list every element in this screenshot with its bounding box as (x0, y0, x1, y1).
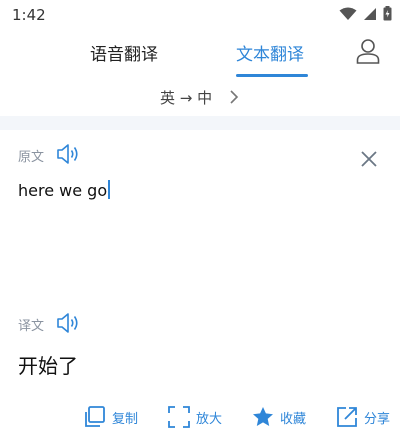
status-time: 1:42 (12, 6, 46, 24)
copy-icon (85, 406, 105, 427)
star-icon (253, 407, 273, 426)
zoom-icon (168, 406, 190, 428)
close-icon[interactable] (360, 150, 378, 168)
share-icon (337, 407, 357, 427)
tab-voice-translation[interactable]: 语音翻译 (90, 40, 158, 65)
copy-button[interactable]: 复制 (84, 406, 138, 428)
zoom-label: 放大 (196, 411, 223, 427)
language-selector[interactable]: 英 → 中 (0, 80, 400, 116)
share-button[interactable]: 分享 (336, 406, 390, 428)
signal-icon (364, 7, 376, 20)
translation-result: 开始了 (18, 354, 78, 378)
target-label: 译文 (18, 319, 45, 334)
favorite-button[interactable]: 收藏 (252, 406, 306, 428)
status-icons (339, 6, 392, 21)
speaker-icon[interactable] (56, 312, 82, 334)
chevron-right-icon (230, 90, 239, 104)
copy-label: 复制 (112, 411, 139, 427)
action-bar: 复制 放大 收藏 分享 (0, 402, 400, 438)
battery-icon (383, 6, 392, 21)
source-label: 原文 (18, 150, 45, 165)
source-text[interactable]: here we go (18, 181, 107, 200)
source-text-input[interactable]: here we go (18, 180, 111, 200)
speaker-icon[interactable] (56, 143, 82, 165)
favorite-label: 收藏 (280, 411, 307, 427)
tab-text-translation[interactable]: 文本翻译 (236, 40, 304, 65)
active-tab-indicator (236, 74, 308, 77)
user-icon[interactable] (356, 38, 380, 64)
language-pair[interactable]: 英 → 中 (160, 87, 212, 108)
section-divider (0, 116, 400, 130)
share-label: 分享 (364, 411, 391, 427)
status-bar: 1:42 (0, 0, 400, 30)
top-tabs: 语音翻译 文本翻译 (0, 30, 400, 80)
zoom-button[interactable]: 放大 (168, 406, 222, 428)
wifi-icon (339, 7, 357, 20)
text-caret (108, 180, 111, 199)
